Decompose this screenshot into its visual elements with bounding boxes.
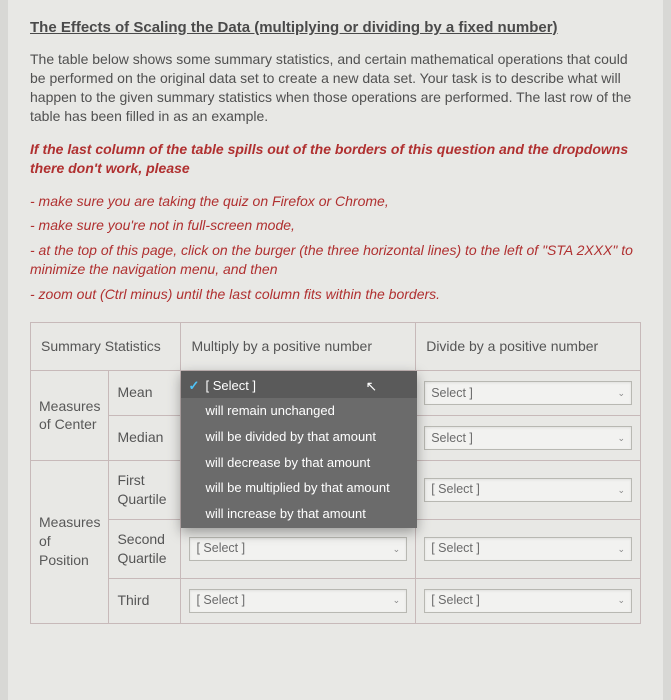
select-q3-multiply[interactable]: [ Select ] ⌄ (189, 589, 407, 613)
cell-q2-divide: [ Select ] ⌄ (416, 519, 641, 578)
select-mean-divide[interactable]: Select ] ⌄ (424, 381, 632, 405)
col-header-multiply: Multiply by a positive number (181, 323, 416, 371)
intro-paragraph: The table below shows some summary stati… (30, 50, 641, 126)
cell-median-divide: Select ] ⌄ (416, 415, 641, 460)
warning-item-2: - make sure you're not in full-screen mo… (30, 216, 641, 235)
select-value: [ Select ] (431, 592, 480, 609)
dropdown-option-selected[interactable]: [ Select ] (181, 371, 417, 399)
dropdown-option[interactable]: will be multiplied by that amount (181, 475, 417, 501)
chevron-down-icon: ⌄ (393, 594, 401, 606)
stat-q3: Third (109, 578, 181, 623)
chevron-down-icon: ⌄ (617, 543, 625, 555)
col-header-summary: Summary Statistics (31, 323, 181, 371)
question-sheet: The Effects of Scaling the Data (multipl… (8, 0, 663, 700)
dropdown-open[interactable]: [ Select ] ↖ will remain unchanged will … (181, 371, 417, 528)
select-q2-multiply[interactable]: [ Select ] ⌄ (189, 537, 407, 561)
col-header-divide: Divide by a positive number (416, 323, 641, 371)
dropdown-option[interactable]: will increase by that amount (181, 501, 417, 529)
select-q1-divide[interactable]: [ Select ] ⌄ (424, 478, 632, 502)
chevron-down-icon: ⌄ (393, 543, 401, 555)
cell-mean-multiply: [ Select ] ↖ will remain unchanged will … (181, 370, 416, 415)
cursor-icon: ↖ (365, 377, 377, 396)
section-title: The Effects of Scaling the Data (multipl… (30, 18, 641, 38)
select-median-divide[interactable]: Select ] ⌄ (424, 426, 632, 450)
stat-median: Median (109, 415, 181, 460)
chevron-down-icon: ⌄ (617, 387, 625, 399)
dropdown-option[interactable]: will remain unchanged (181, 398, 417, 424)
select-value: Select ] (431, 430, 473, 447)
warning-item-1: - make sure you are taking the quiz on F… (30, 192, 641, 211)
select-value: Select ] (431, 385, 473, 402)
group-position: Measures of Position (31, 460, 109, 623)
cell-mean-divide: Select ] ⌄ (416, 370, 641, 415)
dropdown-option[interactable]: will decrease by that amount (181, 450, 417, 476)
row-q3: Third [ Select ] ⌄ [ Select ] ⌄ (31, 578, 641, 623)
dropdown-option[interactable]: will be divided by that amount (181, 424, 417, 450)
chevron-down-icon: ⌄ (617, 594, 625, 606)
cell-q3-multiply: [ Select ] ⌄ (181, 578, 416, 623)
warning-item-3: - at the top of this page, click on the … (30, 241, 641, 279)
stat-q1: First Quartile (109, 460, 181, 519)
group-center: Measures of Center (31, 370, 109, 460)
select-value: [ Select ] (196, 540, 245, 557)
select-value: [ Select ] (431, 540, 480, 557)
cell-q3-divide: [ Select ] ⌄ (416, 578, 641, 623)
warning-lead: If the last column of the table spills o… (30, 140, 641, 178)
row-mean: Measures of Center Mean [ Select ] ↖ wil… (31, 370, 641, 415)
select-q3-divide[interactable]: [ Select ] ⌄ (424, 589, 632, 613)
table-header-row: Summary Statistics Multiply by a positiv… (31, 323, 641, 371)
select-value: [ Select ] (196, 592, 245, 609)
stat-mean: Mean (109, 370, 181, 415)
stat-q2: Second Quartile (109, 519, 181, 578)
chevron-down-icon: ⌄ (617, 484, 625, 496)
select-value: [ Select ] (431, 481, 480, 498)
stats-table: Summary Statistics Multiply by a positiv… (30, 322, 641, 623)
chevron-down-icon: ⌄ (617, 432, 625, 444)
cell-q1-divide: [ Select ] ⌄ (416, 460, 641, 519)
warning-item-4: - zoom out (Ctrl minus) until the last c… (30, 285, 641, 304)
select-q2-divide[interactable]: [ Select ] ⌄ (424, 537, 632, 561)
